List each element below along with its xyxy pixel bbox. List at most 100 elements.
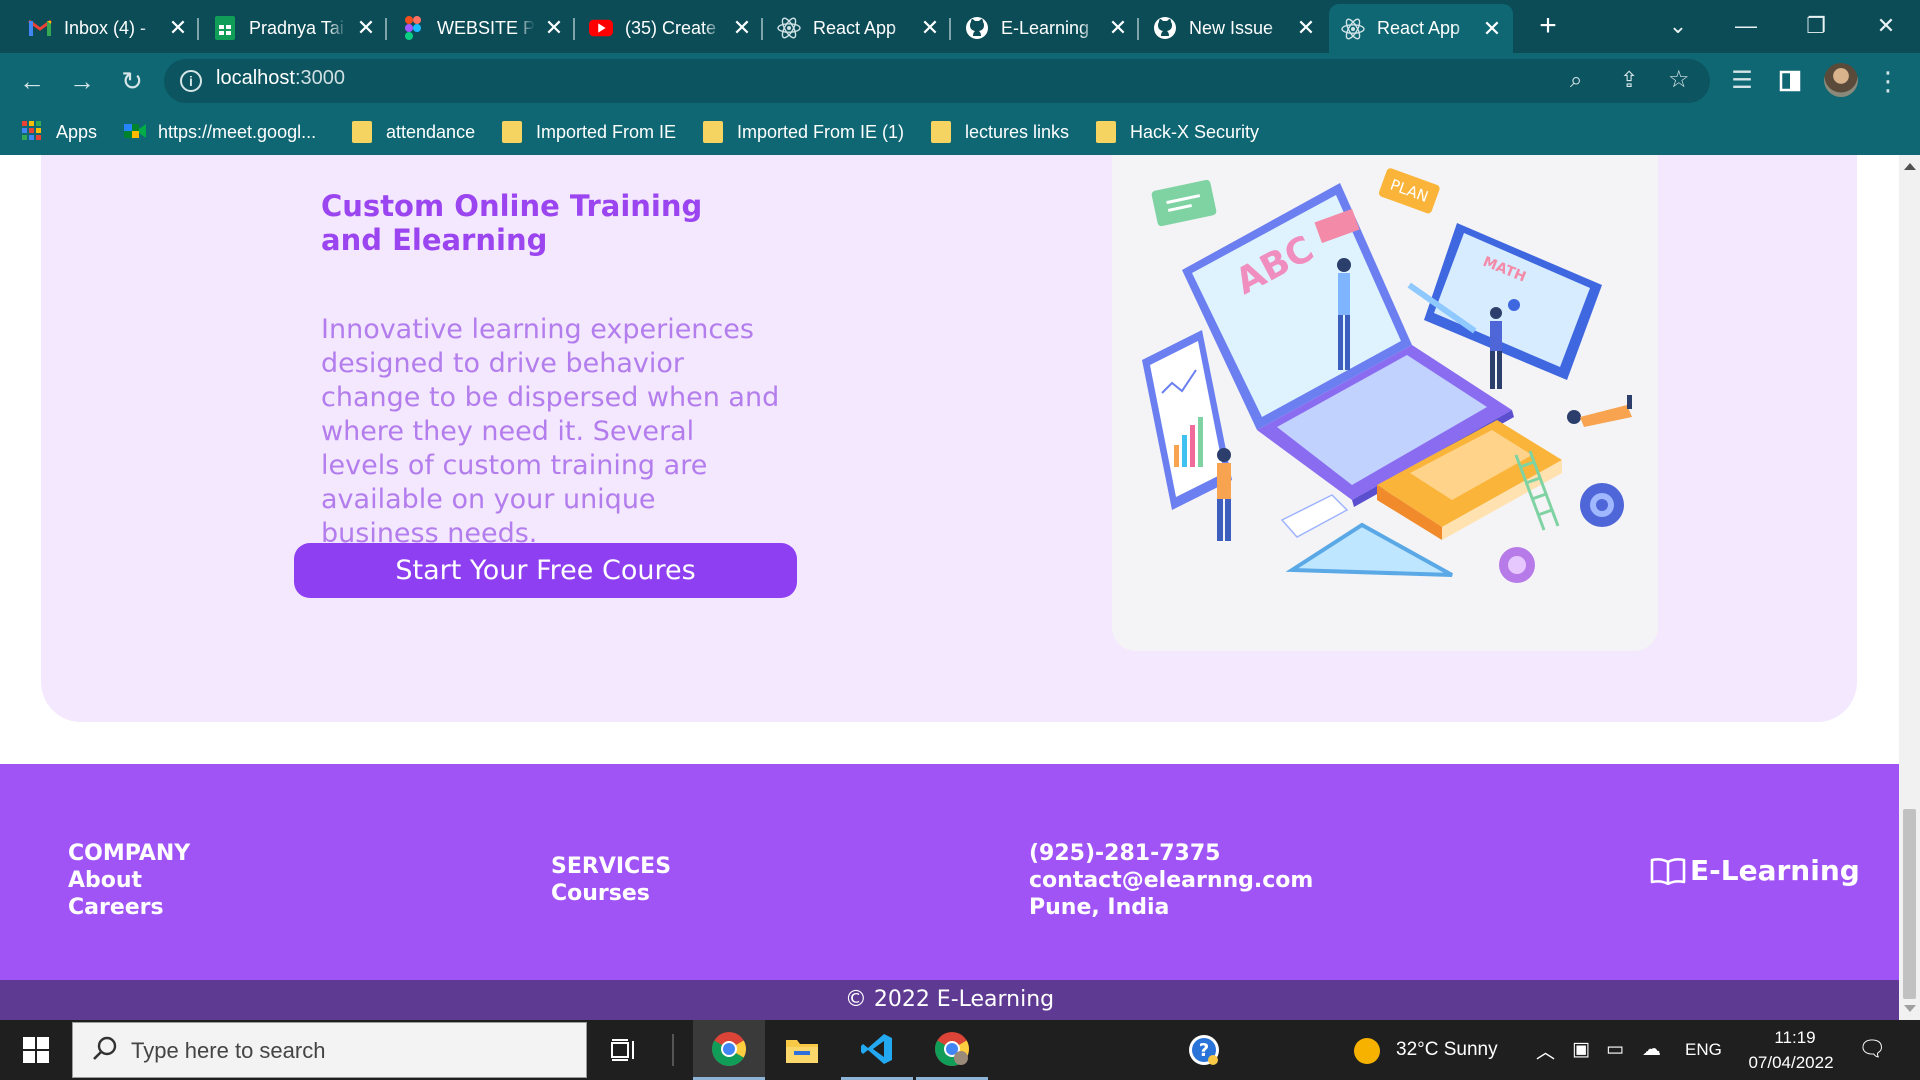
- bookmark-label: Apps: [56, 121, 98, 142]
- zoom-icon[interactable]: ⌕: [1570, 67, 1582, 93]
- tab-react-app-active[interactable]: React App ✕: [1329, 4, 1513, 53]
- help-icon[interactable]: ?: [1168, 1020, 1240, 1080]
- react-icon: [1341, 17, 1365, 41]
- close-icon[interactable]: ✕: [731, 15, 753, 40]
- site-info-icon[interactable]: i: [180, 70, 202, 92]
- weather-sun-icon[interactable]: [1354, 1038, 1380, 1064]
- share-icon[interactable]: ⇪: [1620, 67, 1638, 93]
- close-icon[interactable]: ✕: [1295, 15, 1317, 40]
- page-viewport: Custom Online Training and Elearning Inn…: [0, 155, 1899, 1020]
- bookmark-label: lectures links: [965, 121, 1070, 142]
- close-icon[interactable]: ✕: [167, 15, 189, 40]
- forward-arrow-icon[interactable]: →: [64, 63, 100, 99]
- battery-icon[interactable]: ▭: [1606, 1038, 1624, 1061]
- footer-link-courses[interactable]: Courses: [551, 880, 671, 907]
- tab-github-new-issue[interactable]: New Issue ✕: [1141, 6, 1327, 50]
- folder-icon: [1096, 121, 1116, 143]
- start-free-course-button[interactable]: Start Your Free Coures: [294, 543, 797, 598]
- tab-react-app[interactable]: React App ✕: [765, 6, 951, 50]
- search-icon: [91, 1035, 119, 1068]
- scrollbar-thumb[interactable]: [1903, 809, 1916, 999]
- tab-sheets[interactable]: Pradnya Tai ✕: [201, 6, 387, 50]
- folder-icon: [502, 121, 522, 143]
- bookmark-label: Imported From IE (1): [737, 121, 905, 142]
- footer-link-careers[interactable]: Careers: [68, 894, 190, 921]
- tab-youtube[interactable]: (35) Create ✕: [577, 6, 763, 50]
- tab-title: React App: [1377, 18, 1461, 38]
- bookmarks-bar: Apps https://meet.googl... attendance Im…: [0, 109, 1920, 155]
- paper-sheet: [1280, 494, 1349, 538]
- copyright-bar: © 2022 E-Learning: [0, 980, 1899, 1020]
- weather-text[interactable]: 32°C Sunny: [1396, 1039, 1498, 1061]
- react-icon: [777, 16, 801, 40]
- tab-title: WEBSITE PO: [437, 17, 535, 38]
- address-bar[interactable]: i ⌕ ⇪ ☆: [164, 59, 1710, 103]
- bookmark-hack-x-security[interactable]: Hack-X Security: [1096, 117, 1259, 147]
- footer-link-about[interactable]: About: [68, 867, 190, 894]
- close-icon[interactable]: ✕: [543, 15, 565, 40]
- language-indicator[interactable]: ENG: [1685, 1040, 1722, 1060]
- bookmark-apps[interactable]: Apps: [22, 117, 97, 147]
- bookmark-lectures-links[interactable]: lectures links: [931, 117, 1069, 147]
- folder-icon: [352, 121, 372, 143]
- svg-text:?: ?: [1199, 1040, 1209, 1061]
- file-explorer-icon[interactable]: [766, 1020, 838, 1080]
- scroll-down-arrow-icon[interactable]: [1904, 1005, 1916, 1012]
- tab-github-elearning[interactable]: E-Learning ✕: [953, 6, 1139, 50]
- network-icon[interactable]: ☁: [1642, 1038, 1661, 1061]
- bookmark-attendance[interactable]: attendance: [352, 117, 475, 147]
- tab-title: (35) Create: [625, 17, 717, 38]
- chrome-menu-icon[interactable]: ⋮: [1870, 63, 1906, 99]
- close-icon[interactable]: ✕: [919, 15, 941, 40]
- restore-icon[interactable]: ❐: [1796, 8, 1836, 44]
- brand-name: E-Learning: [1690, 854, 1860, 887]
- bookmark-label: attendance: [386, 121, 476, 142]
- vscode-icon[interactable]: [841, 1020, 913, 1080]
- tab-title: React App: [813, 17, 897, 38]
- tab-search-chevron-down-icon[interactable]: ⌄: [1658, 8, 1698, 44]
- close-icon[interactable]: ✕: [355, 15, 377, 40]
- reload-icon[interactable]: ↻: [114, 63, 150, 99]
- chrome-profile-taskbar-icon[interactable]: [916, 1020, 988, 1080]
- back-arrow-icon[interactable]: ←: [14, 63, 50, 99]
- close-icon[interactable]: ✕: [1481, 16, 1503, 41]
- url-text: localhost:3000: [216, 67, 345, 90]
- close-icon[interactable]: ✕: [1107, 15, 1129, 40]
- hero-title: Custom Online Training and Elearning: [321, 189, 703, 257]
- window-close-icon[interactable]: ✕: [1866, 8, 1906, 44]
- tab-title: E-Learning: [1001, 17, 1090, 38]
- notifications-icon[interactable]: 🗨: [1858, 1036, 1886, 1062]
- new-tab-plus-icon[interactable]: +: [1530, 8, 1566, 44]
- bookmark-meet[interactable]: https://meet.googl...: [124, 117, 316, 147]
- footer-email[interactable]: contact@elearnng.com: [1029, 867, 1313, 894]
- task-view-icon[interactable]: [588, 1020, 660, 1080]
- windows-start-icon[interactable]: [14, 1032, 58, 1068]
- chrome-taskbar-icon[interactable]: [693, 1020, 765, 1080]
- show-hidden-icons-chevron-up-icon[interactable]: ︿: [1536, 1037, 1555, 1064]
- footer-brand-logo[interactable]: E-Learning: [1650, 854, 1860, 887]
- meet-now-icon[interactable]: ▣: [1572, 1038, 1590, 1061]
- bookmark-imported-ie[interactable]: Imported From IE: [502, 117, 676, 147]
- elearning-illustration: PLAN ABC MATH: [1112, 155, 1658, 651]
- minimize-icon[interactable]: —: [1726, 8, 1766, 44]
- open-book-icon: [1650, 857, 1686, 885]
- bookmark-imported-ie-1[interactable]: Imported From IE (1): [703, 117, 904, 147]
- tab-title: Pradnya Tai: [249, 17, 344, 38]
- scroll-up-arrow-icon[interactable]: [1904, 163, 1916, 170]
- apps-grid-icon: [22, 121, 42, 143]
- site-footer: COMPANY About Careers SERVICES Courses (…: [0, 764, 1899, 980]
- page-scrollbar[interactable]: [1899, 155, 1920, 1020]
- clock-date[interactable]: 07/04/2022: [1736, 1053, 1846, 1073]
- taskbar-divider: [672, 1034, 674, 1066]
- bookmark-star-icon[interactable]: ☆: [1668, 65, 1690, 94]
- sheets-icon: [213, 16, 237, 40]
- footer-company-heading: COMPANY: [68, 841, 191, 866]
- hero-content: Custom Online Training and Elearning Inn…: [0, 155, 1899, 755]
- tab-figma[interactable]: WEBSITE PO ✕: [389, 6, 575, 50]
- side-panel-icon[interactable]: [1772, 63, 1808, 99]
- tab-gmail[interactable]: Inbox (4) - ✕: [16, 6, 199, 50]
- reading-list-icon[interactable]: ☰: [1724, 63, 1760, 99]
- clock-time[interactable]: 11:19: [1760, 1028, 1830, 1048]
- url-host: localhost: [216, 67, 295, 89]
- profile-avatar[interactable]: [1824, 63, 1858, 97]
